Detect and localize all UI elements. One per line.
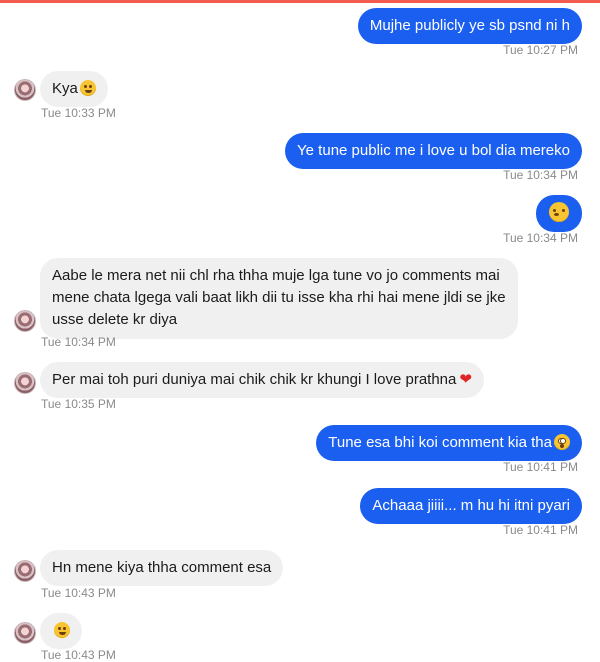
flushed-face-icon	[554, 434, 570, 450]
message-timestamp: Tue 10:34 PM	[41, 335, 116, 349]
message-text: Per mai toh puri duniya mai chik chik kr…	[52, 371, 457, 388]
message-bubble[interactable]: Hn mene kiya thha comment esa	[40, 550, 284, 586]
message-timestamp: Tue 10:35 PM	[41, 397, 116, 411]
message-bubble[interactable]	[40, 613, 82, 649]
avatar[interactable]	[14, 622, 36, 644]
message-timestamp: Tue 10:41 PM	[503, 460, 578, 474]
message-bubble[interactable]: Per mai toh puri duniya mai chik chik kr…	[40, 362, 484, 398]
message-text: Tune esa bhi koi comment kia tha	[328, 434, 552, 451]
message-bubble[interactable]	[536, 195, 582, 232]
avatar[interactable]	[14, 310, 36, 332]
avatar[interactable]	[14, 372, 36, 394]
message-bubble[interactable]: Achaaa jiiii... m hu hi itni pyari	[360, 488, 582, 524]
message-bubble[interactable]: Tune esa bhi koi comment kia tha	[316, 425, 582, 461]
grin-sweat-icon	[79, 80, 96, 96]
avatar[interactable]	[14, 560, 36, 582]
message-timestamp: Tue 10:34 PM	[503, 231, 578, 245]
message-timestamp: Tue 10:41 PM	[503, 523, 578, 537]
message-text: Mujhe publicly ye sb psnd ni h	[369, 17, 570, 34]
message-timestamp: Tue 10:27 PM	[503, 43, 578, 57]
message-text: Ye tune public me i love u bol dia merek…	[297, 142, 570, 159]
message-bubble[interactable]: Mujhe publicly ye sb psnd ni h	[357, 8, 582, 44]
message-bubble[interactable]: Ye tune public me i love u bol dia merek…	[285, 133, 582, 169]
message-timestamp: Tue 10:33 PM	[41, 106, 116, 120]
message-text: Kya	[52, 80, 78, 97]
message-bubble[interactable]: Aabe le mera net nii chl rha thha muje l…	[40, 258, 518, 339]
relieved-face-icon	[54, 622, 70, 638]
top-accent-line	[0, 0, 600, 3]
heart-icon: ❤	[459, 371, 472, 388]
message-timestamp: Tue 10:43 PM	[41, 586, 116, 600]
message-text: Achaaa jiiii... m hu hi itni pyari	[372, 497, 570, 514]
avatar[interactable]	[14, 79, 36, 101]
message-text: Hn mene kiya thha comment esa	[52, 559, 272, 576]
message-text: Aabe le mera net nii chl rha thha muje l…	[52, 267, 506, 328]
hushed-face-icon	[549, 202, 569, 222]
message-timestamp: Tue 10:34 PM	[503, 168, 578, 182]
message-bubble[interactable]: Kya	[40, 71, 108, 107]
